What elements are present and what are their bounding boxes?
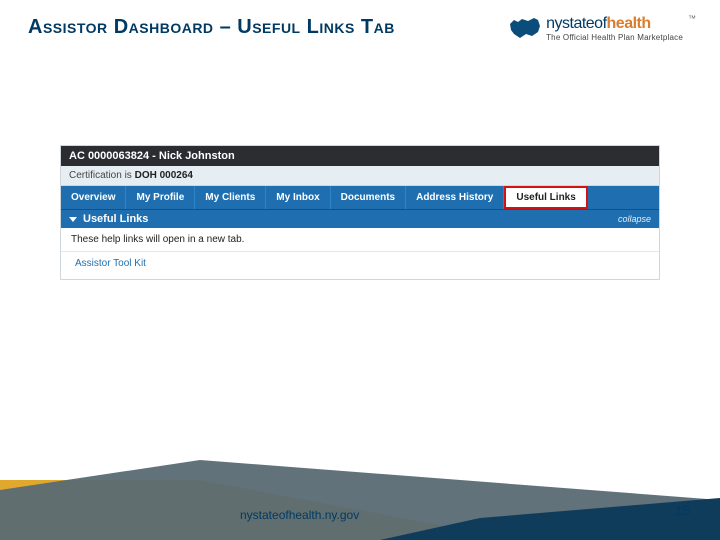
- ny-state-icon: [508, 14, 542, 42]
- chevron-down-icon: [69, 217, 77, 222]
- tab-address-history[interactable]: Address History: [406, 186, 504, 209]
- tab-bar: Overview My Profile My Clients My Inbox …: [61, 186, 659, 210]
- page-number: 15: [676, 503, 690, 518]
- account-header: AC 0000063824 - Nick Johnston: [61, 146, 659, 166]
- dashboard-screenshot: AC 0000063824 - Nick Johnston Certificat…: [60, 145, 660, 280]
- certification-row: Certification is DOH 000264: [61, 166, 659, 186]
- collapse-link[interactable]: collapse: [618, 214, 651, 224]
- footer-decoration: [0, 450, 720, 540]
- tab-my-inbox[interactable]: My Inbox: [266, 186, 330, 209]
- footer-url: nystateofhealth.ny.gov: [240, 508, 359, 522]
- tab-my-clients[interactable]: My Clients: [195, 186, 266, 209]
- logo-text: nystateofhealth The Official Health Plan…: [546, 15, 683, 42]
- brand-logo: nystateofhealth The Official Health Plan…: [508, 14, 696, 42]
- logo-main: nystateofhealth: [546, 15, 683, 33]
- assistor-toolkit-link[interactable]: Assistor Tool Kit: [61, 252, 659, 279]
- tab-documents[interactable]: Documents: [331, 186, 406, 209]
- slide-title: Assistor Dashboard – Useful Links Tab: [28, 16, 395, 39]
- tab-useful-links[interactable]: Useful Links: [504, 186, 587, 209]
- tab-my-profile[interactable]: My Profile: [126, 186, 195, 209]
- section-note: These help links will open in a new tab.: [61, 228, 659, 252]
- logo-accent: health: [607, 15, 651, 32]
- section-title: Useful Links: [83, 213, 148, 225]
- cert-label: Certification is: [69, 170, 132, 181]
- logo-tagline: The Official Health Plan Marketplace: [546, 33, 683, 42]
- cert-value: DOH 000264: [135, 170, 193, 181]
- trademark-symbol: ™: [688, 14, 696, 23]
- logo-pre: nystateof: [546, 15, 606, 32]
- section-header: Useful Links collapse: [61, 210, 659, 228]
- tab-overview[interactable]: Overview: [61, 186, 126, 209]
